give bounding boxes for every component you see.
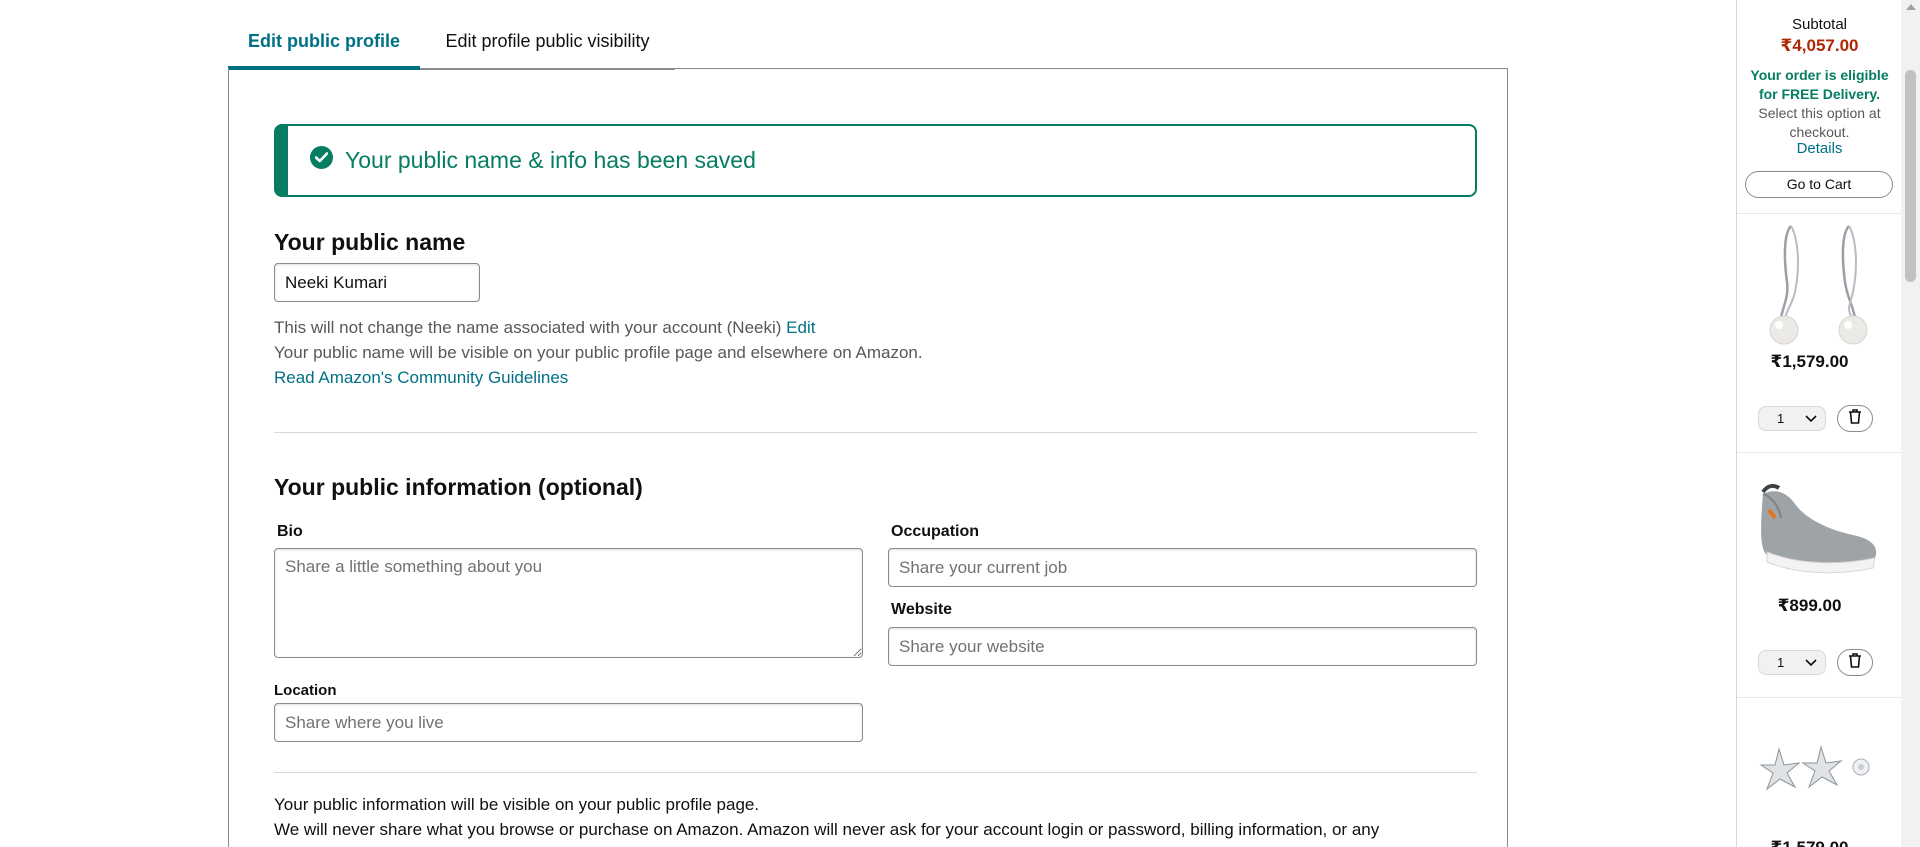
scroll-up-arrow-icon[interactable] bbox=[1906, 4, 1916, 10]
website-label: Website bbox=[891, 601, 953, 618]
free-delivery-eligible-text: Your order is eligible for FREE Delivery… bbox=[1750, 67, 1889, 102]
cart-item-price: ₹1,579.00 bbox=[1727, 838, 1892, 847]
trash-icon bbox=[1848, 652, 1862, 673]
trash-icon bbox=[1848, 408, 1862, 429]
delete-item-button[interactable] bbox=[1837, 649, 1873, 676]
success-alert: Your public name & info has been saved bbox=[274, 124, 1477, 197]
cart-item-price: ₹899.00 bbox=[1777, 596, 1842, 615]
section-divider bbox=[274, 772, 1477, 773]
cart-item-price: ₹1,579.00 bbox=[1770, 352, 1849, 371]
website-input[interactable] bbox=[888, 627, 1477, 666]
public-name-input[interactable] bbox=[274, 263, 480, 302]
profile-tabs: Edit public profile Edit profile public … bbox=[228, 0, 675, 70]
cart-item-image[interactable] bbox=[1757, 222, 1882, 350]
occupation-input[interactable] bbox=[888, 548, 1477, 587]
chevron-down-icon bbox=[1805, 655, 1817, 670]
privacy-note: We will never share what you browse or p… bbox=[274, 820, 1380, 839]
tab-edit-profile-visibility[interactable]: Edit profile public visibility bbox=[420, 0, 675, 70]
quantity-value: 1 bbox=[1777, 411, 1785, 426]
bio-label: Bio bbox=[277, 523, 303, 540]
chevron-down-icon bbox=[1805, 411, 1817, 426]
section-divider bbox=[274, 432, 1477, 433]
account-name-note-text: This will not change the name associated… bbox=[274, 318, 782, 337]
location-label: Location bbox=[274, 682, 337, 699]
tab-edit-public-profile[interactable]: Edit public profile bbox=[228, 0, 420, 70]
pearl-earrings-icon bbox=[1769, 225, 1868, 345]
sidebar-divider bbox=[1737, 452, 1902, 453]
sidebar-divider bbox=[1737, 697, 1902, 698]
sidebar-divider bbox=[1737, 213, 1902, 214]
subtotal-label: Subtotal bbox=[1791, 16, 1848, 33]
alert-message: Your public name & info has been saved bbox=[345, 147, 756, 173]
delivery-details-link[interactable]: Details bbox=[1737, 140, 1902, 157]
cart-item-image[interactable] bbox=[1757, 470, 1882, 590]
occupation-label: Occupation bbox=[891, 523, 980, 540]
bio-textarea[interactable] bbox=[274, 548, 863, 658]
check-circle-icon bbox=[310, 146, 333, 169]
location-input[interactable] bbox=[274, 703, 863, 742]
public-name-visibility-note: Your public name will be visible on your… bbox=[274, 343, 923, 362]
cart-item-image[interactable] bbox=[1757, 745, 1882, 805]
delete-item-button[interactable] bbox=[1837, 405, 1873, 432]
cart-sidebar: Subtotal ₹4,057.00 Your order is eligibl… bbox=[1736, 0, 1902, 847]
public-name-heading: Your public name bbox=[274, 229, 466, 255]
account-name-note: This will not change the name associated… bbox=[274, 318, 815, 338]
scrollbar-thumb[interactable] bbox=[1905, 70, 1916, 282]
free-delivery-message: Your order is eligible for FREE Delivery… bbox=[1737, 66, 1902, 142]
panel-top-border bbox=[420, 68, 1508, 69]
quantity-dropdown[interactable]: 1 bbox=[1758, 406, 1826, 431]
sneaker-icon bbox=[1761, 483, 1877, 574]
public-info-heading: Your public information (optional) bbox=[274, 474, 643, 500]
community-guidelines-link[interactable]: Read Amazon's Community Guidelines bbox=[274, 368, 568, 388]
quantity-value: 1 bbox=[1777, 655, 1785, 670]
edit-account-name-link[interactable]: Edit bbox=[786, 318, 815, 337]
star-earrings-icon bbox=[1759, 745, 1870, 791]
free-delivery-instruction: Select this option at checkout. bbox=[1758, 105, 1881, 140]
page-scrollbar[interactable] bbox=[1901, 0, 1920, 847]
public-info-visibility-note: Your public information will be visible … bbox=[274, 795, 760, 814]
subtotal-value: ₹4,057.00 bbox=[1780, 36, 1859, 55]
quantity-dropdown[interactable]: 1 bbox=[1758, 650, 1826, 675]
go-to-cart-button[interactable]: Go to Cart bbox=[1745, 171, 1893, 198]
